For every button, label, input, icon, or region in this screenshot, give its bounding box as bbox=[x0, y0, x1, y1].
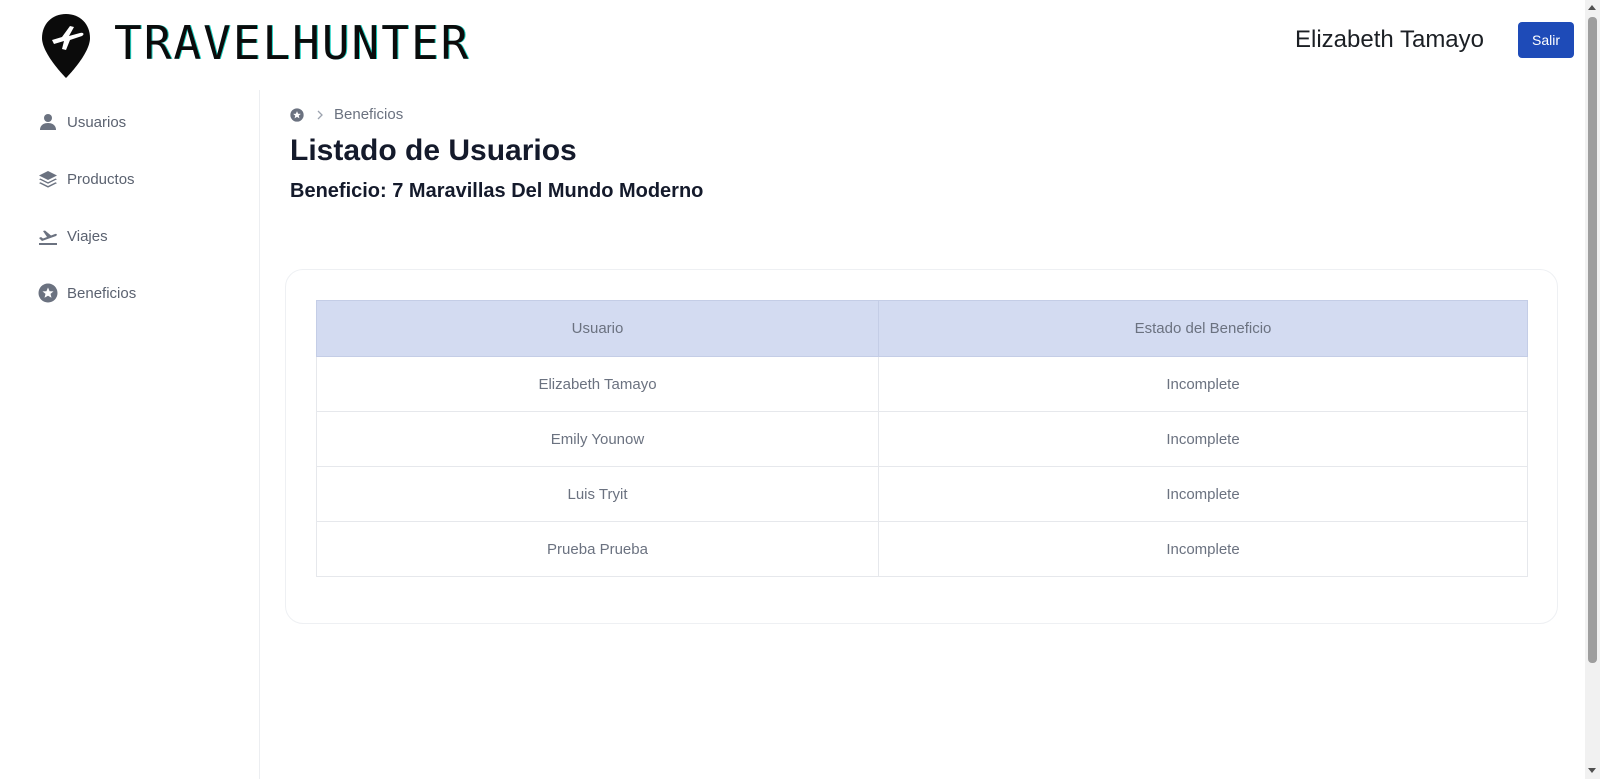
sidebar-item-label: Beneficios bbox=[67, 284, 137, 302]
sidebar-item-label: Productos bbox=[67, 170, 135, 188]
user-icon bbox=[40, 114, 56, 130]
cell-status: Incomplete bbox=[878, 411, 1528, 467]
sidebar-item-productos[interactable]: Productos bbox=[38, 169, 135, 189]
current-user-name: Elizabeth Tamayo bbox=[1295, 26, 1484, 53]
cell-user: Emily Younow bbox=[316, 411, 879, 467]
column-header-usuario: Usuario bbox=[316, 300, 879, 357]
brand-logo[interactable]: TRAVELHUNTER bbox=[40, 12, 470, 80]
table-header-row: Usuario Estado del Beneficio bbox=[316, 300, 1528, 357]
table-row: Elizabeth Tamayo Incomplete bbox=[316, 356, 1528, 412]
star-circle-icon bbox=[38, 283, 58, 303]
app-root: TRAVELHUNTER Elizabeth Tamayo Salir Usua… bbox=[0, 0, 1600, 779]
layers-icon bbox=[39, 171, 57, 188]
scrollbar-thumb[interactable] bbox=[1588, 17, 1597, 663]
column-header-estado: Estado del Beneficio bbox=[878, 300, 1528, 357]
sidebar-item-usuarios[interactable]: Usuarios bbox=[38, 112, 126, 132]
location-pin-plane-icon bbox=[42, 14, 90, 78]
users-table: Usuario Estado del Beneficio Elizabeth T… bbox=[316, 300, 1528, 577]
cell-status: Incomplete bbox=[878, 356, 1528, 412]
vertical-scrollbar[interactable] bbox=[1585, 0, 1600, 779]
cell-user: Luis Tryit bbox=[316, 466, 879, 522]
cell-user: Elizabeth Tamayo bbox=[316, 356, 879, 412]
logout-button[interactable]: Salir bbox=[1518, 22, 1574, 58]
sidebar-item-beneficios[interactable]: Beneficios bbox=[38, 283, 136, 303]
plane-departure-icon bbox=[39, 230, 57, 245]
users-table-card: Usuario Estado del Beneficio Elizabeth T… bbox=[285, 269, 1558, 624]
table-row: Prueba Prueba Incomplete bbox=[316, 521, 1528, 577]
page-subtitle: Beneficio: 7 Maravillas Del Mundo Modern… bbox=[290, 180, 704, 202]
table-row: Emily Younow Incomplete bbox=[316, 411, 1528, 467]
breadcrumb-current[interactable]: Beneficios bbox=[334, 106, 403, 123]
cell-status: Incomplete bbox=[878, 466, 1528, 522]
chevron-right-icon bbox=[317, 110, 323, 119]
scroll-up-arrow-icon[interactable] bbox=[1588, 5, 1596, 10]
scroll-down-arrow-icon[interactable] bbox=[1588, 768, 1596, 773]
brand-name: TRAVELHUNTER bbox=[114, 16, 471, 70]
sidebar-item-label: Viajes bbox=[67, 227, 108, 245]
sidebar: Usuarios Productos Viajes Beneficios bbox=[0, 90, 260, 779]
cell-status: Incomplete bbox=[878, 521, 1528, 577]
page-title: Listado de Usuarios bbox=[290, 134, 577, 167]
sidebar-item-viajes[interactable]: Viajes bbox=[38, 226, 108, 246]
breadcrumb: Beneficios bbox=[290, 106, 403, 123]
sidebar-item-label: Usuarios bbox=[67, 113, 127, 131]
star-circle-icon[interactable] bbox=[290, 107, 304, 122]
cell-user: Prueba Prueba bbox=[316, 521, 879, 577]
table-row: Luis Tryit Incomplete bbox=[316, 466, 1528, 522]
